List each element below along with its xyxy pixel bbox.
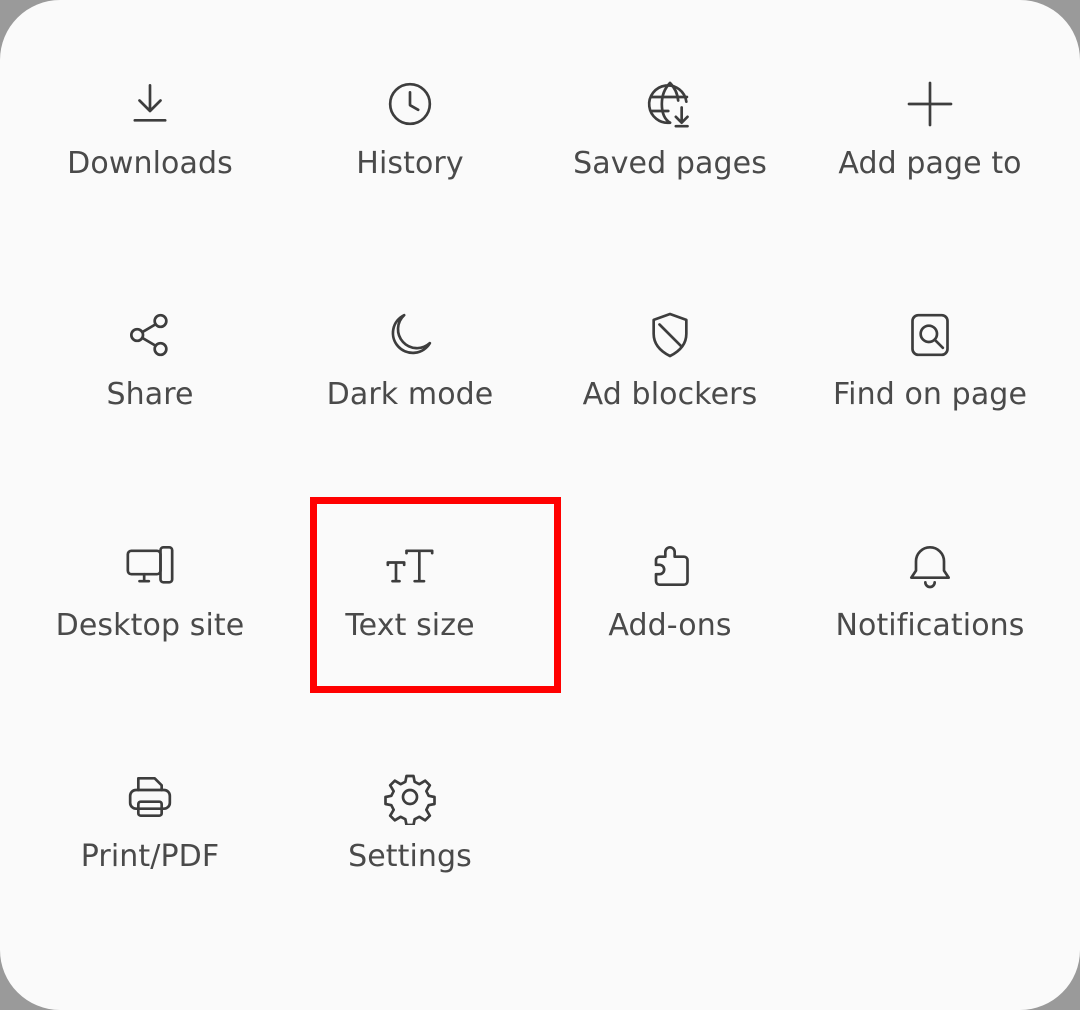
menu-item-label: Dark mode [326,377,494,412]
menu-item-history[interactable]: History [280,18,540,249]
menu-item-settings[interactable]: Settings [280,711,540,942]
menu-item-dark-mode[interactable]: Dark mode [280,249,540,480]
menu-item-label: Print/PDF [80,839,220,874]
menu-item-saved-pages[interactable]: Saved pages [540,18,800,249]
menu-item-label: History [356,146,464,181]
menu-item-print-pdf[interactable]: Print/PDF [20,711,280,942]
plus-icon [900,74,960,134]
shield-icon [640,305,700,365]
menu-item-text-size[interactable]: Text size [280,480,540,711]
share-icon [120,305,180,365]
menu-item-label: Notifications [835,608,1025,643]
menu-item-downloads[interactable]: Downloads [20,18,280,249]
menu-item-label: Text size [345,608,475,643]
menu-item-add-ons[interactable]: Add-ons [540,480,800,711]
menu-item-label: Saved pages [573,146,767,181]
menu-item-add-page-to[interactable]: Add page to [800,18,1060,249]
menu-item-share[interactable]: Share [20,249,280,480]
menu-item-desktop-site[interactable]: Desktop site [20,480,280,711]
menu-item-ad-blockers[interactable]: Ad blockers [540,249,800,480]
menu-item-label: Add-ons [608,608,732,643]
menu-item-label: Settings [348,839,472,874]
printer-icon [120,767,180,827]
text-size-icon [380,536,440,596]
menu-item-label: Add page to [838,146,1022,181]
puzzle-icon [640,536,700,596]
saved-pages-globe-icon [640,74,700,134]
menu-item-label: Downloads [67,146,233,181]
moon-icon [380,305,440,365]
menu-item-label: Desktop site [55,608,245,643]
menu-grid: Downloads History Saved pages Add page t… [20,18,1060,942]
find-on-page-icon [900,305,960,365]
menu-item-label: Ad blockers [582,377,758,412]
clock-icon [380,74,440,134]
desktop-icon [120,536,180,596]
menu-item-label: Share [106,377,194,412]
bell-icon [900,536,960,596]
menu-item-notifications[interactable]: Notifications [800,480,1060,711]
quick-menu-panel: Downloads History Saved pages Add page t… [0,0,1080,1010]
gear-icon [380,767,440,827]
download-icon [120,74,180,134]
menu-item-label: Find on page [832,377,1028,412]
menu-item-find-on-page[interactable]: Find on page [800,249,1060,480]
